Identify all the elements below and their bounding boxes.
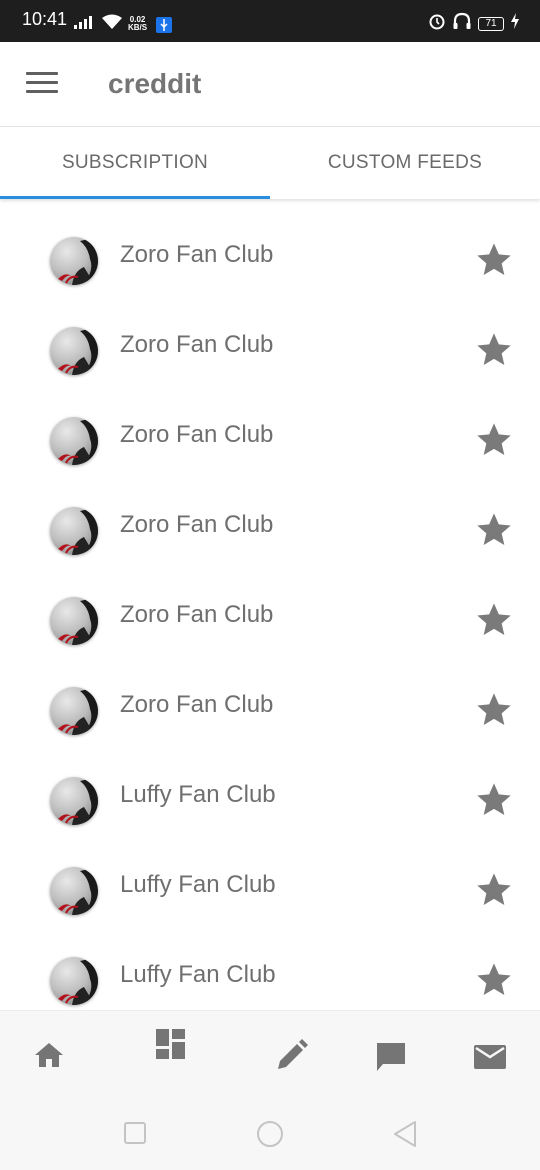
favorite-star-icon[interactable]	[474, 780, 514, 820]
community-avatar	[50, 237, 98, 285]
subscription-row[interactable]: Zoro Fan Club	[0, 215, 540, 305]
community-avatar	[50, 867, 98, 915]
tab-subscription[interactable]: SUBSCRIPTION	[0, 127, 270, 199]
subscription-list: Zoro Fan Club Zoro Fan Club Zoro Fan Clu…	[0, 215, 540, 1010]
community-avatar	[50, 597, 98, 645]
community-avatar	[50, 687, 98, 735]
status-time: 10:41	[22, 9, 68, 29]
charging-icon	[510, 13, 520, 34]
system-navigation-bar	[0, 1098, 540, 1170]
favorite-star-icon[interactable]	[474, 420, 514, 460]
subscription-row[interactable]: Zoro Fan Club	[0, 575, 540, 665]
favorite-star-icon[interactable]	[474, 510, 514, 550]
community-avatar	[50, 777, 98, 825]
mail-icon[interactable]	[474, 1045, 506, 1074]
alarm-icon	[428, 12, 446, 35]
favorite-star-icon[interactable]	[474, 240, 514, 280]
subscription-row[interactable]: Zoro Fan Club	[0, 395, 540, 485]
wifi-icon	[101, 14, 123, 35]
community-name: Zoro Fan Club	[120, 331, 274, 358]
bottom-navigation	[0, 1010, 540, 1099]
recents-icon[interactable]	[124, 1122, 146, 1149]
home-circle-icon[interactable]	[256, 1120, 284, 1153]
subscription-row[interactable]: Zoro Fan Club	[0, 305, 540, 395]
usb-icon	[156, 17, 172, 33]
signal-icon	[74, 14, 98, 35]
tab-custom-feeds[interactable]: CUSTOM FEEDS	[270, 127, 540, 199]
community-name: Luffy Fan Club	[120, 961, 276, 988]
back-triangle-icon[interactable]	[393, 1120, 417, 1153]
subscription-row[interactable]: Zoro Fan Club	[0, 485, 540, 575]
app-title: creddit	[108, 68, 202, 99]
community-name: Luffy Fan Club	[120, 781, 276, 808]
favorite-star-icon[interactable]	[474, 690, 514, 730]
app-bar: creddit	[0, 42, 540, 127]
headphones-icon	[452, 12, 472, 35]
home-icon[interactable]	[34, 1041, 64, 1074]
favorite-star-icon[interactable]	[474, 870, 514, 910]
community-name: Zoro Fan Club	[120, 241, 274, 268]
subscription-row[interactable]: Zoro Fan Club	[0, 665, 540, 755]
subscription-row[interactable]: Luffy Fan Club	[0, 935, 540, 1010]
community-avatar	[50, 327, 98, 375]
favorite-star-icon[interactable]	[474, 600, 514, 640]
favorite-star-icon[interactable]	[474, 960, 514, 1000]
edit-icon[interactable]	[276, 1039, 308, 1076]
speed-unit: KB/S	[128, 23, 148, 32]
community-avatar	[50, 417, 98, 465]
community-name: Zoro Fan Club	[120, 691, 274, 718]
network-speed: 0.02 KB/S	[128, 16, 147, 32]
community-name: Zoro Fan Club	[120, 421, 274, 448]
community-avatar	[50, 507, 98, 555]
dashboard-icon[interactable]	[156, 1029, 186, 1064]
community-name: Zoro Fan Club	[120, 511, 274, 538]
subscription-row[interactable]: Luffy Fan Club	[0, 845, 540, 935]
chat-icon[interactable]	[375, 1041, 407, 1078]
community-avatar	[50, 957, 98, 1005]
status-bar: 10:41 0.02 KB/S 71	[0, 0, 540, 42]
battery-level: 71	[478, 16, 504, 31]
tab-bar: SUBSCRIPTION CUSTOM FEEDS	[0, 127, 540, 199]
hamburger-menu-icon[interactable]	[26, 72, 58, 96]
community-name: Luffy Fan Club	[120, 871, 276, 898]
favorite-star-icon[interactable]	[474, 330, 514, 370]
subscription-row[interactable]: Luffy Fan Club	[0, 755, 540, 845]
community-name: Zoro Fan Club	[120, 601, 274, 628]
